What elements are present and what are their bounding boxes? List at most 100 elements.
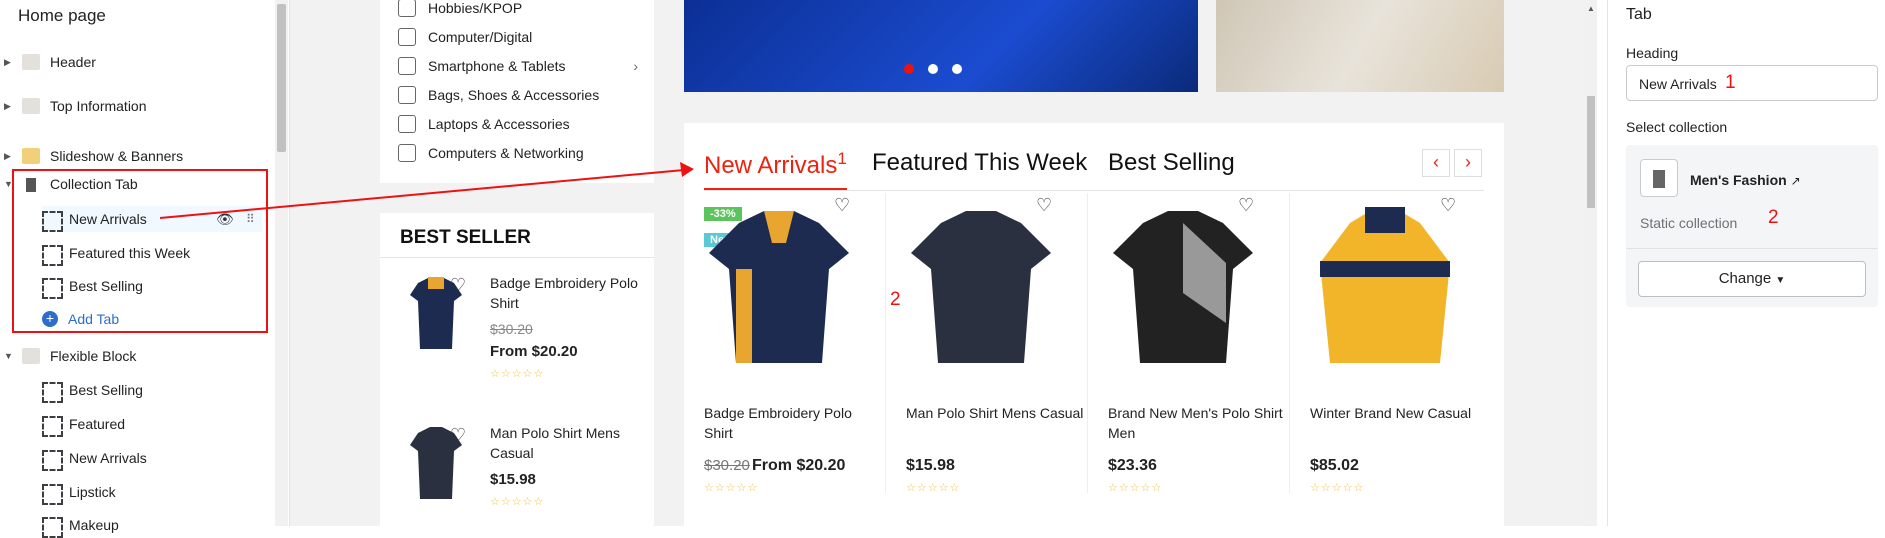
rating-stars: ☆☆☆☆☆ <box>1108 482 1163 494</box>
panel-title: Tab <box>1626 6 1652 23</box>
theme-preview: Hobbies/KPOP Computer/Digital Smartphone… <box>290 0 1597 526</box>
tab-new-arrivals[interactable]: New Arrivals1 <box>704 149 847 190</box>
category-label: Computers & Networking <box>428 145 584 161</box>
category-item[interactable]: Laptops & Accessories <box>398 111 570 137</box>
highlight-box <box>12 169 268 333</box>
sections-sidebar: Home page ▶ Header ▶ Top Information ▶ S… <box>0 0 290 538</box>
block-item[interactable]: Makeup <box>42 512 119 538</box>
heart-icon[interactable]: ♡ <box>1440 195 1456 216</box>
caret-right-icon[interactable]: ▶ <box>4 57 18 68</box>
section-label: Top Information <box>50 98 147 114</box>
rating-stars: ☆☆☆☆☆ <box>490 496 545 508</box>
page-title: Home page <box>18 6 106 25</box>
block-item-label: Lipstick <box>69 484 116 500</box>
slide-dot[interactable] <box>952 64 962 74</box>
tab-featured-this-week[interactable]: Featured This Week <box>872 149 1087 177</box>
settings-panel: Tab Heading New Arrivals 1 Select collec… <box>1607 0 1885 526</box>
caret-right-icon[interactable]: ▶ <box>4 151 18 162</box>
prev-arrow-button[interactable]: ‹ <box>1422 149 1450 177</box>
headphones-icon <box>398 144 416 162</box>
product-card[interactable]: ♡ Winter Brand New Casual $85.02 ☆☆☆☆☆ <box>1290 193 1492 513</box>
product-name[interactable]: Man Polo Shirt Mens Casual <box>906 403 1086 423</box>
product-image[interactable] <box>1108 203 1258 373</box>
block-item-label: Best Selling <box>69 382 143 398</box>
block-icon <box>42 516 63 538</box>
product-image[interactable] <box>906 203 1056 373</box>
block-icon <box>42 483 63 505</box>
product-card[interactable]: ♡ Brand New Men's Polo Shirt Men $23.36 … <box>1088 193 1290 513</box>
collection-name: Men's Fashion <box>1690 172 1787 188</box>
select-collection-label: Select collection <box>1626 119 1728 135</box>
promo-banner[interactable] <box>1216 0 1504 92</box>
block-item-label: New Arrivals <box>69 450 147 466</box>
heart-icon[interactable]: ♡ <box>834 195 850 216</box>
slideshow-banner[interactable] <box>684 0 1198 92</box>
chevron-right-icon: › <box>633 58 638 74</box>
heart-icon[interactable]: ♡ <box>1238 195 1254 216</box>
change-collection-button[interactable]: Change ▼ <box>1638 261 1866 297</box>
collection-card: Men's Fashion ↗ Static collection 2 Chan… <box>1626 145 1878 307</box>
product-image[interactable] <box>1310 203 1460 373</box>
category-item[interactable]: Bags, Shoes & Accessories <box>398 82 599 108</box>
price: From $20.20 <box>490 343 578 360</box>
block-item[interactable]: New Arrivals <box>42 445 147 471</box>
category-item[interactable]: Hobbies/KPOP <box>398 0 522 21</box>
block-item[interactable]: Best Selling <box>42 377 143 403</box>
section-top-information[interactable]: ▶ Top Information <box>0 93 147 119</box>
product-name[interactable]: Winter Brand New Casual <box>1310 403 1490 423</box>
next-arrow-button[interactable]: › <box>1454 149 1482 177</box>
caret-down-icon[interactable]: ▼ <box>4 351 18 361</box>
collection-name-link[interactable]: Men's Fashion ↗ <box>1690 172 1801 188</box>
annotation-marker: 1 <box>1725 72 1736 93</box>
category-label: Smartphone & Tablets <box>428 58 566 74</box>
heart-icon[interactable]: ♡ <box>450 425 466 446</box>
price: $23.36 <box>1108 457 1157 474</box>
category-label: Laptops & Accessories <box>428 116 570 132</box>
collection-type: Static collection <box>1640 215 1738 231</box>
bag-icon <box>398 86 416 104</box>
annotation-marker: 2 <box>890 289 901 310</box>
block-item[interactable]: Lipstick <box>42 479 116 505</box>
change-label: Change <box>1718 270 1772 287</box>
annotation-marker: 2 <box>1768 207 1779 228</box>
product-name[interactable]: Badge Embroidery Polo Shirt <box>704 403 884 443</box>
section-label: Slideshow & Banners <box>50 148 184 164</box>
phone-icon <box>398 57 416 75</box>
section-flexible-block[interactable]: ▼ Flexible Block <box>0 343 136 369</box>
product-card[interactable]: ♡ Man Polo Shirt Mens Casual $15.98 ☆☆☆☆… <box>886 193 1088 513</box>
product-name[interactable]: Brand New Men's Polo Shirt Men <box>1108 403 1288 443</box>
annotation-marker: 1 <box>837 149 847 168</box>
slide-dot[interactable] <box>928 64 938 74</box>
category-label: Hobbies/KPOP <box>428 0 523 16</box>
collection-tab-widget: New Arrivals1 Featured This Week Best Se… <box>684 123 1504 526</box>
rating-stars: ☆☆☆☆☆ <box>1310 482 1365 494</box>
tab-label: New Arrivals <box>704 152 838 179</box>
block-item[interactable]: Featured <box>42 411 125 437</box>
product-image[interactable] <box>704 203 854 373</box>
scroll-up-icon[interactable]: ▲ <box>1587 4 1595 13</box>
section-thumbnail <box>22 348 40 364</box>
price: From $20.20 <box>752 457 846 474</box>
product-name[interactable]: Man Polo Shirt Mens Casual <box>490 423 640 463</box>
category-item[interactable]: Smartphone & Tablets › <box>398 53 638 79</box>
laptop-icon <box>398 115 416 133</box>
heart-icon[interactable]: ♡ <box>1036 195 1052 216</box>
tab-best-selling[interactable]: Best Selling <box>1108 149 1235 177</box>
heart-icon[interactable]: ♡ <box>450 275 466 296</box>
heading-input[interactable]: New Arrivals 1 <box>1626 65 1878 101</box>
caret-right-icon[interactable]: ▶ <box>4 101 18 112</box>
preview-scrollbar[interactable]: ▲ <box>1585 0 1597 526</box>
section-header[interactable]: ▶ Header <box>0 49 96 75</box>
category-item[interactable]: Computer/Digital <box>398 24 532 50</box>
rating-stars: ☆☆☆☆☆ <box>704 482 759 494</box>
section-slideshow-banners[interactable]: ▶ Slideshow & Banners <box>0 143 183 169</box>
product-card[interactable]: -33% New ♡ Badge Embroidery Polo Shirt $… <box>684 193 886 513</box>
camera-icon <box>398 28 416 46</box>
slide-dot[interactable] <box>904 64 914 74</box>
block-icon <box>42 449 63 471</box>
product-name[interactable]: Badge Embroidery Polo Shirt <box>490 273 640 313</box>
price: $85.02 <box>1310 457 1359 474</box>
sidebar-scrollbar[interactable] <box>275 0 288 526</box>
section-thumbnail <box>22 54 40 70</box>
category-item[interactable]: Computers & Networking <box>398 140 584 166</box>
